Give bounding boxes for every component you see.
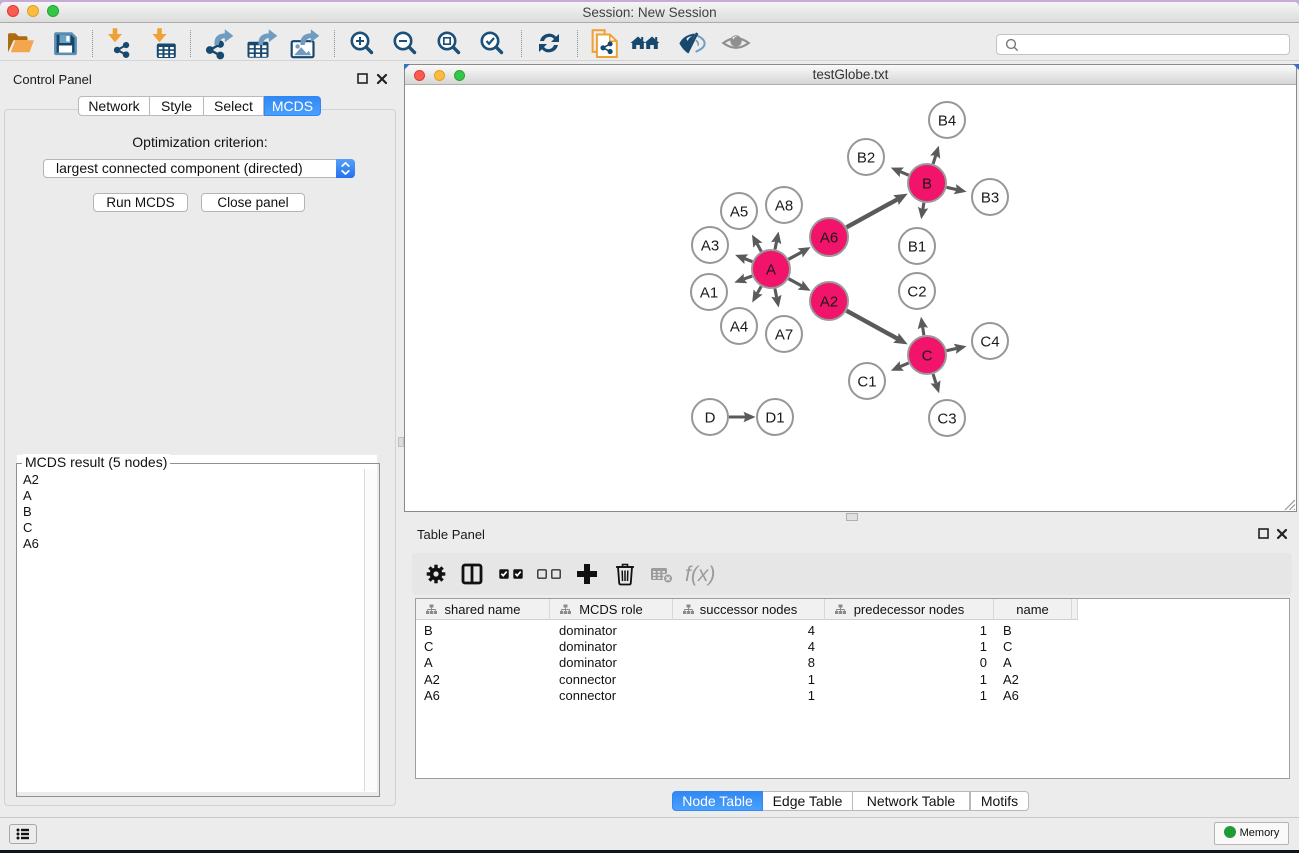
svg-text:A4: A4 bbox=[730, 319, 748, 336]
svg-text:D: D bbox=[705, 410, 716, 427]
svg-text:B2: B2 bbox=[857, 150, 875, 167]
svg-text:A5: A5 bbox=[730, 204, 748, 221]
svg-text:A: A bbox=[766, 262, 776, 279]
svg-text:A7: A7 bbox=[775, 327, 793, 344]
svg-text:f(x): f(x) bbox=[685, 563, 715, 586]
svg-text:A2: A2 bbox=[820, 294, 838, 311]
svg-text:A1: A1 bbox=[700, 285, 718, 302]
svg-text:B3: B3 bbox=[981, 190, 999, 207]
svg-text:A3: A3 bbox=[701, 238, 719, 255]
svg-text:D1: D1 bbox=[765, 410, 784, 427]
svg-text:A8: A8 bbox=[775, 198, 793, 215]
svg-text:B1: B1 bbox=[908, 239, 926, 256]
svg-text:B: B bbox=[922, 176, 932, 193]
svg-text:B4: B4 bbox=[938, 113, 956, 130]
svg-text:A6: A6 bbox=[820, 230, 838, 247]
svg-text:C3: C3 bbox=[937, 411, 956, 428]
svg-text:C4: C4 bbox=[980, 334, 999, 351]
svg-text:C: C bbox=[922, 348, 933, 365]
svg-text:C2: C2 bbox=[907, 284, 926, 301]
svg-text:C1: C1 bbox=[857, 374, 876, 391]
